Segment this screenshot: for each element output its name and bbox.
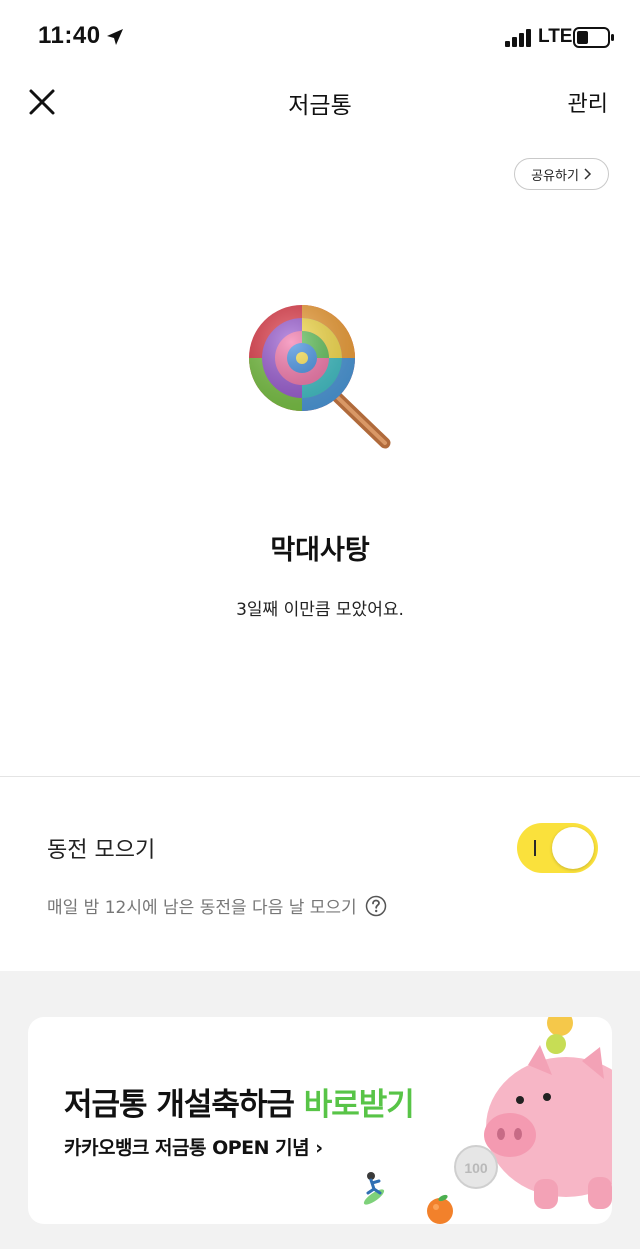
share-button-label: 공유하기 (531, 168, 579, 184)
lollipop-icon (249, 305, 391, 449)
coin-saving-label: 동전 모으기 (47, 838, 156, 863)
divider (0, 776, 640, 777)
coin-saving-description: 매일 밤 12시에 남은 동전을 다음 날 모으기 (47, 898, 357, 918)
chevron-right-icon (584, 168, 591, 180)
toggle-on-indicator (534, 840, 536, 856)
share-button[interactable]: 공유하기 (514, 158, 609, 190)
promo-banner[interactable]: 저금통 개설축하금 바로받기 카카오뱅크 저금통 OPEN 기념 › 100 (28, 1017, 612, 1224)
help-icon[interactable] (365, 895, 387, 917)
coin-label: 100 (464, 1160, 488, 1176)
banner-title-main: 저금통 개설축하금 (64, 1087, 304, 1123)
banner-subtitle-row: 카카오뱅크 저금통 OPEN 기념 › (64, 1133, 323, 1160)
page-title: 저금통 (288, 93, 352, 119)
jar-subtitle: 3일째 이만큼 모았어요. (236, 600, 404, 620)
battery-icon (573, 27, 614, 48)
banner-title-highlight: 바로받기 (303, 1087, 415, 1123)
banner-title: 저금통 개설축하금 바로받기 (64, 1079, 415, 1124)
cellular-signal-icon (505, 29, 531, 47)
banner-subtitle: 카카오뱅크 저금통 OPEN 기념 (64, 1137, 310, 1159)
network-type-label: LTE (538, 26, 573, 47)
toggle-knob (552, 827, 594, 869)
coin-saving-toggle[interactable] (517, 823, 598, 873)
status-bar: 11:40 LTE (0, 0, 640, 76)
status-time: 11:40 (38, 22, 101, 49)
surfer-icon (363, 1172, 385, 1205)
chevron-right-icon: › (315, 1137, 323, 1159)
nav-bar: 저금통 관리 (0, 76, 640, 128)
manage-button[interactable]: 관리 (568, 86, 608, 118)
piggy-bank-illustration: 100 (454, 1017, 612, 1209)
location-arrow-icon (107, 29, 123, 45)
coin-saving-description-row: 매일 밤 12시에 남은 동전을 다음 날 모으기 (47, 893, 387, 918)
jar-name: 막대사탕 (270, 535, 370, 566)
